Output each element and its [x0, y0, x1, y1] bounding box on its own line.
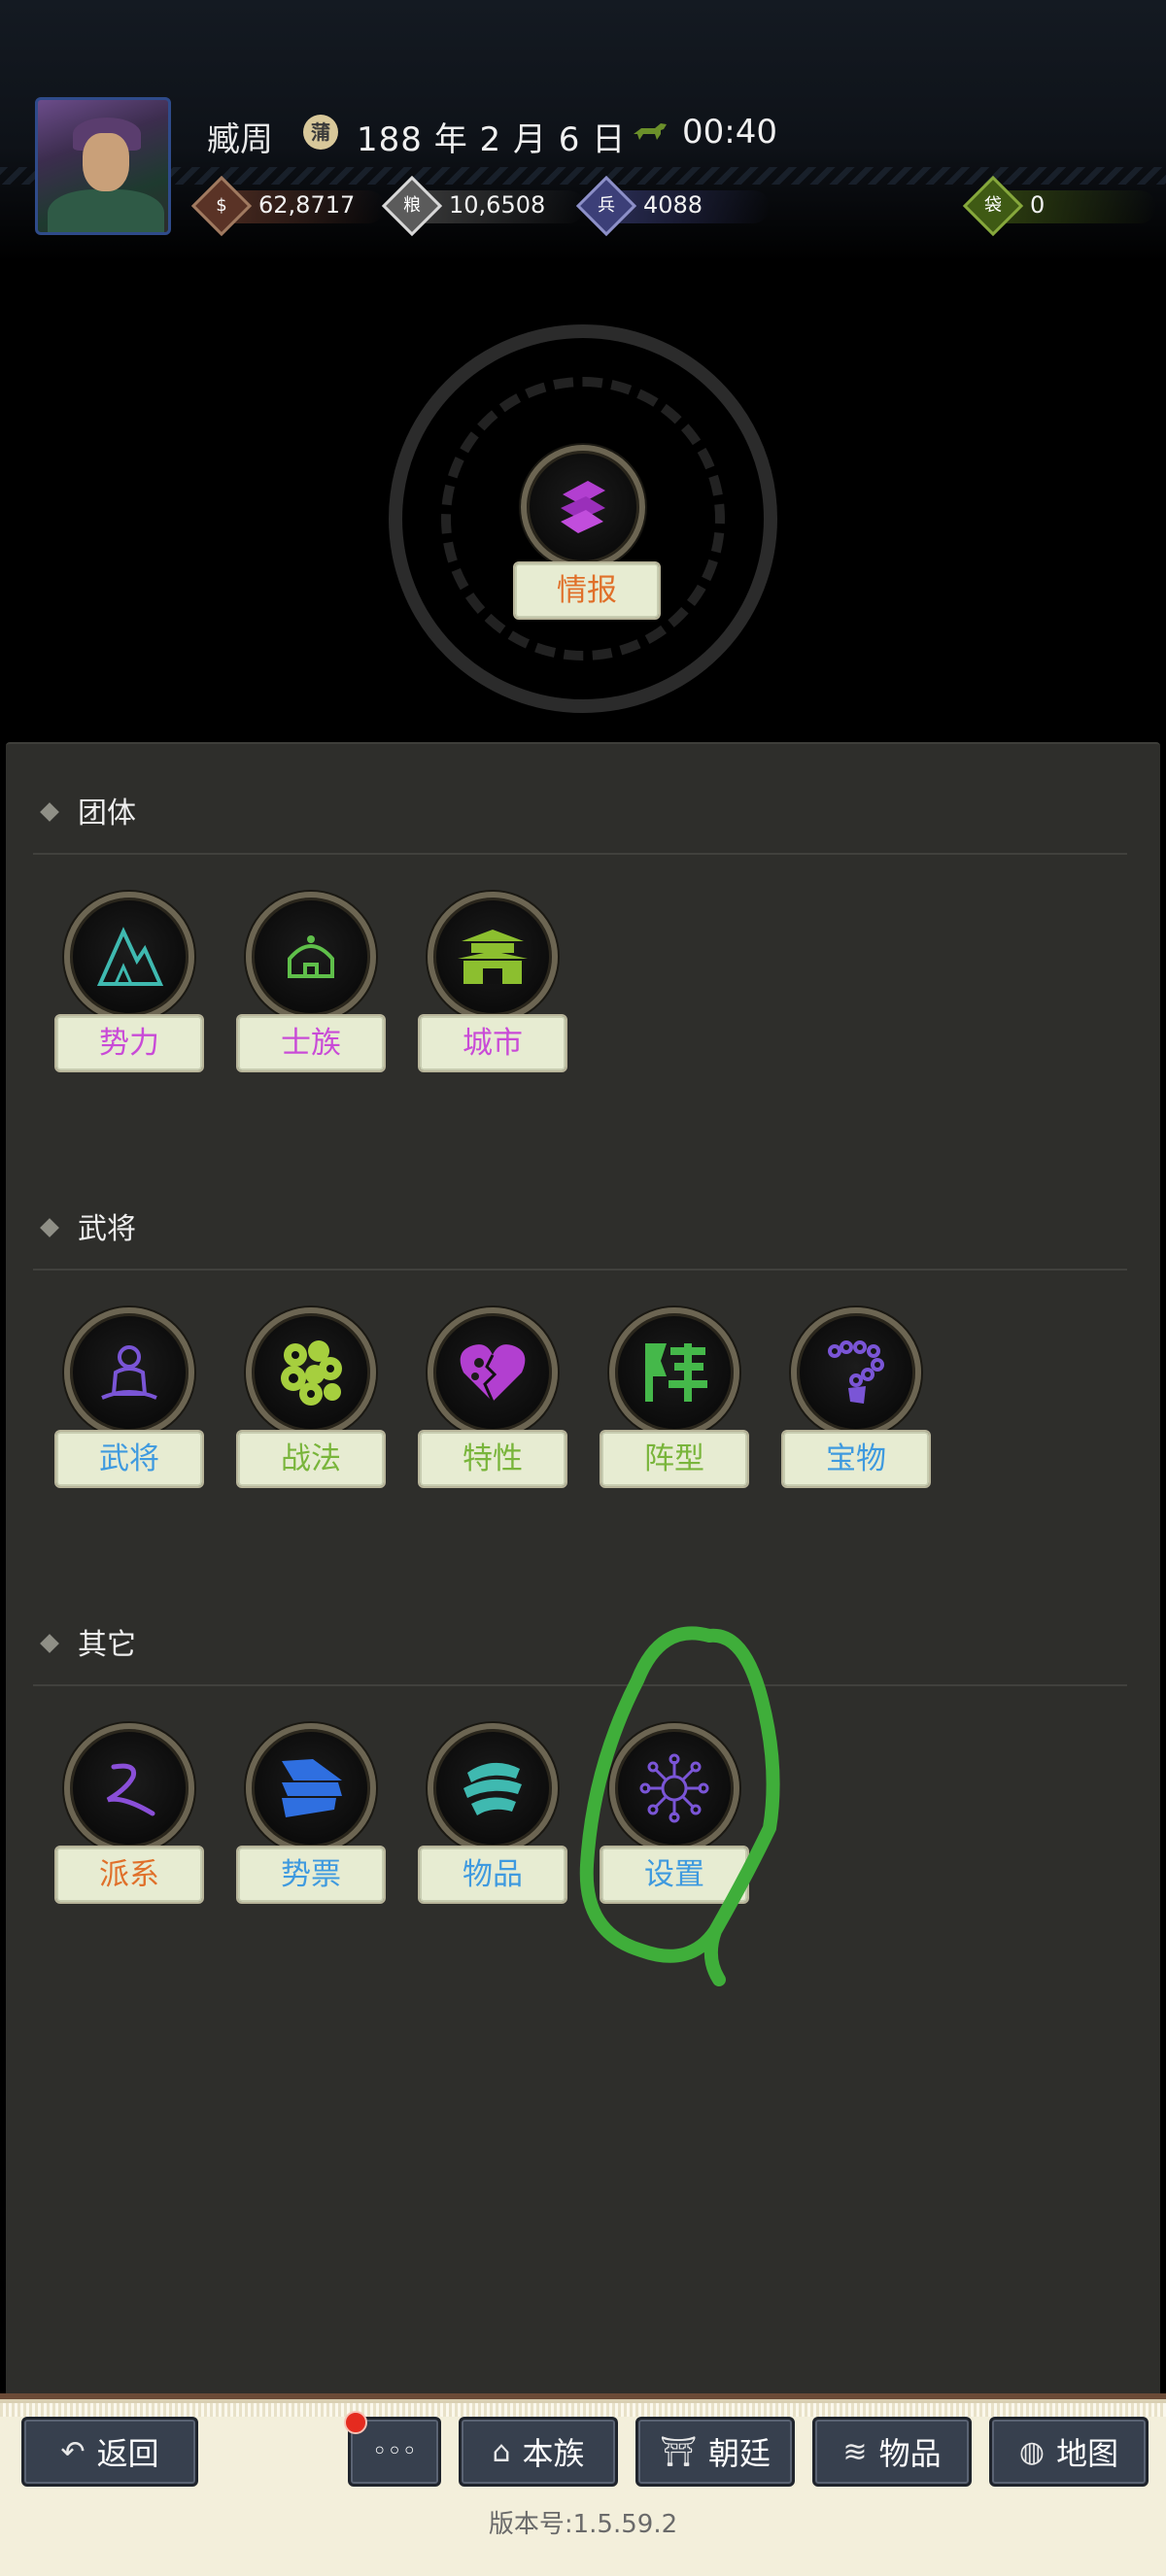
version-label: 版本号:1.5.59.2 — [488, 2510, 678, 2539]
traits-button[interactable]: 特性 — [418, 1307, 567, 1488]
clan-button[interactable]: 士族 — [236, 892, 386, 1072]
bag-icon: 袋 — [962, 175, 1024, 237]
food-icon: 粮 — [381, 175, 443, 237]
city-button[interactable]: 城市 — [418, 892, 567, 1072]
section-title-others: 其它 — [40, 1620, 136, 1663]
horse-icon — [634, 123, 667, 140]
ticket-icon — [246, 1723, 376, 1853]
troops-icon: 兵 — [575, 175, 637, 237]
section-divider — [33, 853, 1127, 855]
faction-icon — [64, 1723, 194, 1853]
food-resource[interactable]: 粮 10,6508 — [381, 175, 585, 237]
game-date: 188 年 2 月 6 日 — [357, 120, 627, 159]
section-title-group: 团体 — [40, 789, 136, 831]
map-nav-button[interactable]: ◍ 地图 — [989, 2417, 1149, 2487]
faction-power-button[interactable]: 势力 — [54, 892, 204, 1072]
money-icon: $ — [190, 175, 253, 237]
tent-icon: ⌂ — [492, 2434, 511, 2469]
generals-button[interactable]: 武将 — [54, 1307, 204, 1488]
treasure-icon — [791, 1307, 921, 1438]
tactics-button[interactable]: 战法 — [236, 1307, 386, 1488]
section-title-generals: 武将 — [40, 1204, 136, 1247]
notification-dot — [344, 2411, 367, 2434]
skill-cloud-icon — [246, 1307, 376, 1438]
city-gate-icon — [428, 892, 558, 1022]
heart-icon — [428, 1307, 558, 1438]
items-button[interactable]: 物品 — [418, 1723, 567, 1904]
court-nav-button[interactable]: ⛩ 朝廷 — [635, 2417, 795, 2487]
hand-drawn-annotation — [579, 1626, 780, 1986]
treasure-button[interactable]: 宝物 — [781, 1307, 931, 1488]
palace-icon: ⛩ — [659, 2434, 698, 2469]
player-name: 臧周 — [207, 120, 273, 159]
money-resource[interactable]: $ 62,8717 — [190, 175, 394, 237]
mountain-icon — [64, 892, 194, 1022]
section-divider — [33, 1269, 1127, 1271]
items-nav-button[interactable]: ≋ 物品 — [812, 2417, 972, 2487]
formation-button[interactable]: 阵型 — [600, 1307, 749, 1488]
formation-icon — [609, 1307, 739, 1438]
player-avatar[interactable] — [35, 97, 171, 235]
calendar-icon: 蒲 — [303, 115, 338, 150]
meditating-general-icon — [64, 1307, 194, 1438]
back-arrow-icon: ↶ — [60, 2434, 86, 2469]
faction-button[interactable]: 派系 — [54, 1723, 204, 1904]
intel-icon — [521, 445, 645, 569]
intel-label: 情报 — [513, 561, 661, 620]
tent-icon — [246, 892, 376, 1022]
intel-button[interactable]: 情报 — [513, 445, 661, 620]
back-button[interactable]: ↶ 返回 — [21, 2417, 198, 2487]
items-icon: ≋ — [842, 2434, 868, 2469]
globe-icon: ◍ — [1018, 2434, 1046, 2469]
clan-nav-button[interactable]: ⌂ 本族 — [459, 2417, 618, 2487]
troops-resource[interactable]: 兵 4088 — [575, 175, 770, 237]
tickets-button[interactable]: 势票 — [236, 1723, 386, 1904]
game-time: 00:40 — [682, 113, 777, 152]
items-icon — [428, 1723, 558, 1853]
bag-resource[interactable]: 袋 0 — [962, 175, 1156, 237]
